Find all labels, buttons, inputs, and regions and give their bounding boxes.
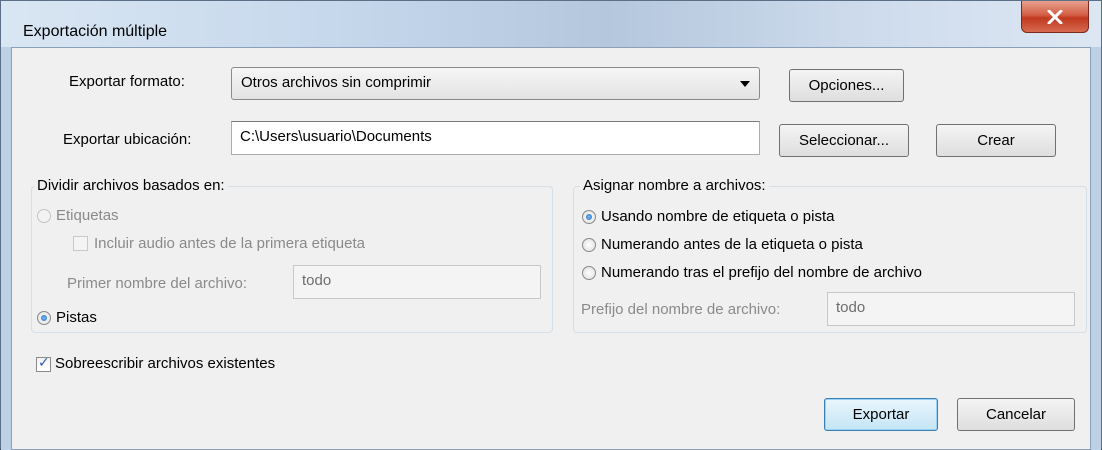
location-label: Exportar ubicación: bbox=[63, 131, 192, 148]
select-location-button[interactable]: Seleccionar... bbox=[779, 124, 909, 157]
naming-number-prefix-radio[interactable] bbox=[582, 266, 596, 280]
naming-number-before-radio[interactable] bbox=[582, 238, 596, 252]
create-button[interactable]: Crear bbox=[936, 124, 1056, 157]
split-files-group-title: Dividir archivos basados en: bbox=[34, 177, 228, 194]
window-frame-left bbox=[1, 47, 11, 450]
location-input[interactable]: C:\Users\usuario\Documents bbox=[231, 121, 760, 155]
close-icon bbox=[1047, 9, 1063, 24]
close-button[interactable] bbox=[1021, 1, 1089, 33]
window-frame-right bbox=[1091, 47, 1101, 450]
tracks-radio-label: Pistas bbox=[56, 309, 97, 326]
format-select[interactable]: Otros archivos sin comprimir bbox=[231, 67, 760, 100]
overwrite-label: Sobreescribir archivos existentes bbox=[55, 355, 276, 372]
first-name-input[interactable]: todo bbox=[293, 265, 541, 299]
format-select-value: Otros archivos sin comprimir bbox=[241, 74, 432, 91]
title-bar[interactable]: Exportación múltiple bbox=[1, 1, 1101, 47]
prefix-input[interactable]: todo bbox=[827, 292, 1075, 326]
naming-label-name-label: Usando nombre de etiqueta o pista bbox=[601, 208, 835, 225]
window-title: Exportación múltiple bbox=[23, 23, 168, 40]
options-button[interactable]: Opciones... bbox=[789, 69, 904, 102]
labels-radio[interactable] bbox=[37, 209, 51, 223]
overwrite-checkbox[interactable] bbox=[36, 355, 51, 372]
include-audio-checkbox[interactable] bbox=[73, 236, 88, 251]
export-button[interactable]: Exportar bbox=[824, 398, 938, 431]
labels-radio-label: Etiquetas bbox=[56, 207, 119, 224]
dialog-body: Exportar formato: Otros archivos sin com… bbox=[11, 47, 1091, 450]
naming-label-name-radio[interactable] bbox=[582, 210, 596, 224]
prefix-input-value: todo bbox=[836, 299, 866, 316]
cancel-button[interactable]: Cancelar bbox=[957, 398, 1075, 431]
prefix-label: Prefijo del nombre de archivo: bbox=[581, 301, 781, 318]
format-label: Exportar formato: bbox=[69, 73, 185, 90]
naming-group-title: Asignar nombre a archivos: bbox=[580, 177, 769, 194]
naming-number-before-label: Numerando antes de la etiqueta o pista bbox=[601, 236, 863, 253]
include-audio-label: Incluir audio antes de la primera etique… bbox=[94, 235, 365, 252]
dropdown-arrow-icon[interactable] bbox=[740, 81, 750, 87]
location-input-value: C:\Users\usuario\Documents bbox=[240, 128, 432, 145]
tracks-radio[interactable] bbox=[37, 311, 51, 325]
export-multiple-dialog: Exportación múltiple Exportar formato: O… bbox=[0, 0, 1102, 450]
first-name-input-value: todo bbox=[302, 272, 332, 289]
naming-number-prefix-label: Numerando tras el prefijo del nombre de … bbox=[601, 264, 922, 281]
first-name-label: Primer nombre del archivo: bbox=[67, 275, 248, 292]
